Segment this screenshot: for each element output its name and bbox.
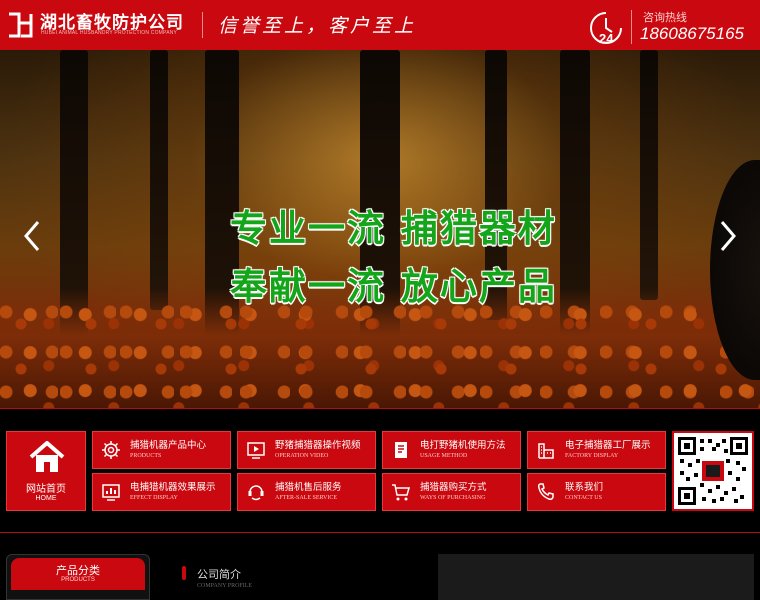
factory-icon <box>538 443 554 459</box>
nav-home-sub: HOME <box>35 495 57 502</box>
nav-item-sub: EFFECT DISPLAY <box>130 495 178 501</box>
banner-tree <box>150 50 168 310</box>
banner-prev-arrow-icon[interactable] <box>20 216 44 256</box>
about-marker <box>182 566 186 580</box>
video-icon <box>247 442 265 459</box>
about-title[interactable]: 公司简介 <box>197 566 241 582</box>
about-sub: COMPANY PROFILE <box>197 583 253 589</box>
nav-effect-display[interactable]: 电捕猎机器效果展示 EFFECT DISPLAY <box>92 473 231 511</box>
nav-item-label: 捕猎机器产品中心 <box>130 440 207 451</box>
chart-icon <box>102 484 120 501</box>
cart-icon <box>392 484 410 501</box>
about-image-panel <box>438 554 754 600</box>
company-name-en: HUBEI ANIMAL HUSBANDRY PROTECTION COMPAN… <box>41 30 178 36</box>
nav-usage-method[interactable]: 电打野猪机使用方法 USAGE METHOD <box>382 431 521 469</box>
nav-item-label: 捕猎器购买方式 <box>420 482 487 493</box>
document-icon <box>395 442 407 458</box>
header-divider <box>202 12 203 38</box>
hotline-label: 咨询热线 <box>643 11 687 24</box>
nav-home[interactable]: 网站首页 HOME <box>6 431 86 511</box>
hotline-badge: 24 <box>599 31 614 46</box>
nav-contact[interactable]: 联系我们 CONTACT US <box>527 473 666 511</box>
slogan: 信誉至上，客户至上 <box>218 15 417 37</box>
nav-item-label: 电子捕猎器工厂展示 <box>565 440 651 451</box>
nav-item-sub: USAGE METHOD <box>420 453 468 459</box>
company-logo-icon[interactable] <box>6 11 34 39</box>
hotline-divider <box>631 10 632 44</box>
wechat-qr-code <box>672 431 754 511</box>
nav-item-sub: PRODUCTS <box>130 453 162 459</box>
hotline-number[interactable]: 18608675165 <box>640 24 744 44</box>
qr-code-icon <box>678 437 748 505</box>
nav-item-label: 捕猎机售后服务 <box>275 482 342 493</box>
product-category-sub: PRODUCTS <box>61 577 95 583</box>
nav-purchasing[interactable]: 捕猎器购买方式 WAYS OF PURCHASING <box>382 473 521 511</box>
banner-tree <box>640 50 658 300</box>
nav-item-label: 野猪捕猎器操作视频 <box>275 440 361 451</box>
nav-item-sub: AFTER-SALE SERVICE <box>275 495 338 501</box>
service-icon <box>248 485 264 501</box>
nav-factory-display[interactable]: 电子捕猎器工厂展示 FACTORY DISPLAY <box>527 431 666 469</box>
nav-item-sub: WAYS OF PURCHASING <box>420 495 486 501</box>
nav-after-sale[interactable]: 捕猎机售后服务 AFTER-SALE SERVICE <box>237 473 376 511</box>
banner-next-arrow-icon[interactable] <box>716 216 740 256</box>
nav-item-label: 电打野猪机使用方法 <box>420 440 506 451</box>
nav-item-sub: FACTORY DISPLAY <box>565 453 619 459</box>
site-header: 湖北畜牧防护公司 HUBEI ANIMAL HUSBANDRY PROTECTI… <box>0 0 760 50</box>
nav-item-label: 联系我们 <box>565 482 604 493</box>
nav-products[interactable]: 捕猎机器产品中心 PRODUCTS <box>92 431 231 469</box>
nav-home-label: 网站首页 <box>26 484 66 495</box>
gear-icon <box>102 441 120 459</box>
product-category-title: 产品分类 <box>56 564 100 577</box>
home-icon <box>29 441 65 472</box>
banner-headline-1: 专业一流 捕猎器材 <box>230 207 557 250</box>
nav-item-sub: CONTACT US <box>565 495 602 501</box>
banner-headline-2: 奉献一流 放心产品 <box>230 265 557 308</box>
product-category-header[interactable]: 产品分类 PRODUCTS <box>11 558 145 590</box>
clock-24h-icon: 24 <box>590 12 622 46</box>
phone-icon <box>537 483 554 500</box>
nav-item-label: 电捕猎机器效果展示 <box>130 482 216 493</box>
nav-item-sub: OPERATION VIDEO <box>275 453 329 459</box>
hero-banner: 专业一流 捕猎器材 奉献一流 放心产品 <box>0 50 760 408</box>
nav-operation-video[interactable]: 野猪捕猎器操作视频 OPERATION VIDEO <box>237 431 376 469</box>
section-divider <box>0 532 760 533</box>
main-nav: 网站首页 HOME 捕猎机器产品中心 PRODUCTS 野猪捕猎器操作视频 OP… <box>0 408 760 532</box>
